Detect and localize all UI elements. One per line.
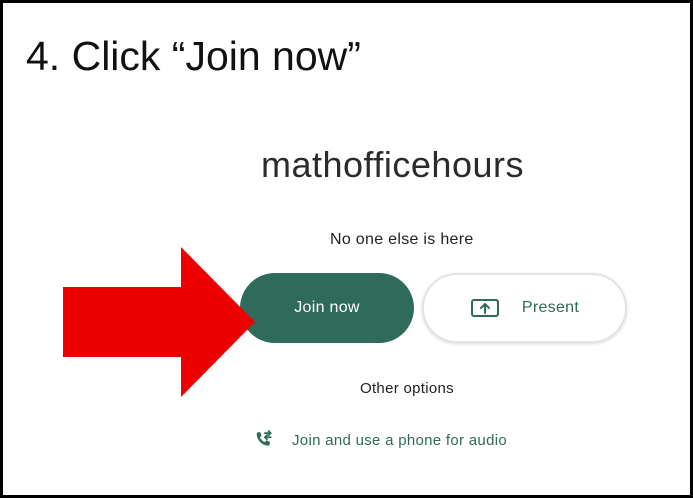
- meeting-status: No one else is here: [330, 231, 474, 248]
- tutorial-frame: 4. Click “Join now” mathofficehours No o…: [0, 0, 693, 498]
- phone-audio-option[interactable]: Join and use a phone for audio: [252, 429, 507, 451]
- red-pointer-arrow: [63, 247, 255, 397]
- join-now-label: Join now: [294, 299, 360, 316]
- present-screen-icon: [470, 298, 500, 318]
- present-label: Present: [521, 299, 580, 316]
- phone-forward-icon: [252, 429, 274, 451]
- meeting-name: mathofficehours: [261, 144, 524, 185]
- join-now-button[interactable]: Join now: [240, 273, 414, 343]
- present-button[interactable]: Present: [422, 273, 627, 343]
- phone-audio-label: Join and use a phone for audio: [292, 431, 507, 449]
- step-title: 4. Click “Join now”: [26, 33, 361, 79]
- other-options-heading: Other options: [360, 380, 454, 397]
